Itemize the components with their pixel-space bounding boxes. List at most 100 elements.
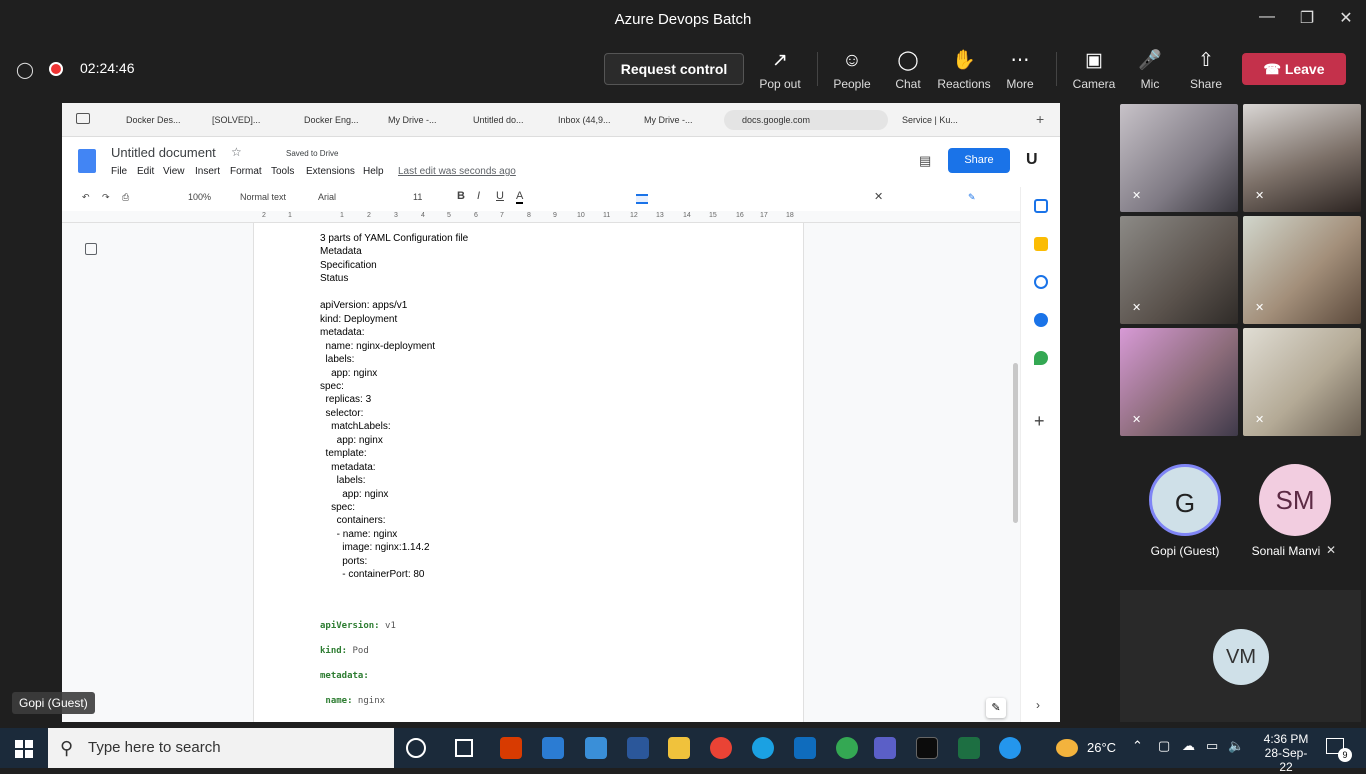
chevron-up-icon[interactable]: ⌃ xyxy=(1132,738,1143,754)
participant-video[interactable]: ✕ xyxy=(1243,328,1361,436)
code-line: name: nginx xyxy=(320,696,385,706)
last-edit-link[interactable]: Last edit was seconds ago xyxy=(398,166,516,177)
document-page[interactable]: 3 parts of YAML Configuration file Metada… xyxy=(253,223,804,722)
font-select[interactable]: Arial xyxy=(318,192,336,202)
browser-tab[interactable]: My Drive -... xyxy=(384,110,456,130)
font-size-input[interactable]: 11 xyxy=(413,192,422,202)
participant-video[interactable]: ✕ xyxy=(1120,328,1238,436)
redo-icon[interactable]: ↷ xyxy=(102,192,110,203)
browser-tab[interactable]: Inbox (44,9... xyxy=(554,110,626,130)
terminal-icon[interactable] xyxy=(916,737,938,759)
reactions-button[interactable]: ✋ Reactions xyxy=(936,50,992,91)
outline-icon[interactable] xyxy=(85,243,97,255)
outlook-icon[interactable] xyxy=(794,737,816,759)
maps-icon[interactable] xyxy=(1034,351,1048,365)
scrollbar[interactable] xyxy=(1013,363,1018,523)
add-addon-icon[interactable]: + xyxy=(1034,411,1045,432)
sidebar-toggle-icon[interactable] xyxy=(76,113,90,124)
browser-tab-active[interactable]: docs.google.com xyxy=(724,110,888,130)
menu-tools[interactable]: Tools xyxy=(271,166,294,177)
menu-help[interactable]: Help xyxy=(363,166,384,177)
teams-icon[interactable] xyxy=(874,737,896,759)
participant-video[interactable]: ✕ xyxy=(1120,104,1238,212)
code-line: kind: Pod xyxy=(320,646,369,656)
side-panel: + › xyxy=(1020,187,1060,722)
tasks-icon[interactable] xyxy=(1034,275,1048,289)
edit-mode-icon[interactable]: ✎ xyxy=(968,192,976,203)
add-comment-icon[interactable]: ✎ xyxy=(986,698,1006,718)
system-tray-icon[interactable]: ▢ xyxy=(1158,738,1170,754)
avatar[interactable]: SM xyxy=(1259,464,1331,536)
file-explorer-icon[interactable] xyxy=(668,737,690,759)
avatar[interactable]: G xyxy=(1149,464,1221,536)
menu-edit[interactable]: Edit xyxy=(137,166,154,177)
cortana-icon[interactable] xyxy=(406,738,426,758)
docker-icon[interactable] xyxy=(999,737,1021,759)
volume-icon[interactable]: 🔈 xyxy=(1228,738,1244,754)
italic-icon[interactable]: I xyxy=(477,190,480,202)
chrome-icon[interactable] xyxy=(710,737,732,759)
chrome-icon[interactable] xyxy=(836,737,858,759)
office-icon[interactable] xyxy=(500,737,522,759)
clear-format-icon[interactable]: ✕ xyxy=(874,190,883,203)
request-control-button[interactable]: Request control xyxy=(604,53,744,85)
browser-tab[interactable]: My Drive -... xyxy=(640,110,712,130)
onedrive-icon[interactable]: ☁ xyxy=(1182,738,1195,754)
new-tab-icon[interactable]: + xyxy=(1036,111,1044,127)
participant-video[interactable]: ✕ xyxy=(1243,216,1361,324)
browser-tab[interactable]: Service | Ku... xyxy=(898,110,972,130)
underline-icon[interactable]: U xyxy=(496,190,504,202)
popout-button[interactable]: ↗ Pop out xyxy=(752,50,808,91)
mic-button[interactable]: 🎤 Mic xyxy=(1122,50,1178,91)
browser-tab[interactable]: Untitled do... xyxy=(469,110,541,130)
menu-view[interactable]: View xyxy=(163,166,185,177)
zoom-select[interactable]: 100% xyxy=(188,192,211,202)
document-line: Specification xyxy=(320,259,377,271)
windows-start-icon[interactable] xyxy=(15,740,33,758)
undo-icon[interactable]: ↶ xyxy=(82,192,90,203)
text-color-icon[interactable]: A xyxy=(516,190,524,204)
style-select[interactable]: Normal text xyxy=(240,192,286,202)
minimize-icon[interactable]: — xyxy=(1255,8,1279,30)
star-icon[interactable]: ☆ xyxy=(231,145,242,159)
participant-tile[interactable]: VM xyxy=(1120,590,1361,722)
browser-tab[interactable]: Docker Eng... xyxy=(300,110,372,130)
participant-video[interactable]: ✕ xyxy=(1243,104,1361,212)
browser-tab[interactable]: Docker Des... xyxy=(122,110,198,130)
store-icon[interactable] xyxy=(542,737,564,759)
camera-button[interactable]: ▣ Camera xyxy=(1066,50,1122,91)
app-icon[interactable] xyxy=(627,737,649,759)
print-icon[interactable]: ⎙ xyxy=(122,192,129,203)
menu-file[interactable]: File xyxy=(111,166,127,177)
leave-button[interactable]: ☎ Leave xyxy=(1242,53,1346,85)
document-title[interactable]: Untitled document xyxy=(111,145,216,160)
share-button[interactable]: ⇧ Share xyxy=(1178,50,1234,91)
menu-format[interactable]: Format xyxy=(230,166,262,177)
mail-icon[interactable] xyxy=(585,737,607,759)
battery-icon[interactable]: ▭ xyxy=(1206,738,1218,754)
edge-icon[interactable] xyxy=(752,737,774,759)
align-left-icon[interactable] xyxy=(636,194,648,204)
weather-icon[interactable] xyxy=(1056,739,1078,757)
people-button[interactable]: ☺ People xyxy=(824,50,880,91)
close-icon[interactable]: ✕ xyxy=(1334,8,1358,30)
taskbar-search-input[interactable]: ⚲ Type here to search xyxy=(48,728,394,768)
browser-tab[interactable]: [SOLVED]... xyxy=(208,110,280,130)
excel-icon[interactable] xyxy=(958,737,980,759)
task-view-icon[interactable] xyxy=(455,739,473,757)
calendar-icon[interactable] xyxy=(1034,199,1048,213)
menu-insert[interactable]: Insert xyxy=(195,166,220,177)
more-button[interactable]: ⋯ More xyxy=(992,50,1048,91)
docs-share-button[interactable]: Share xyxy=(948,148,1010,173)
contacts-icon[interactable] xyxy=(1034,313,1048,327)
avatar[interactable]: U xyxy=(1026,151,1038,169)
maximize-icon[interactable]: ❐ xyxy=(1295,8,1319,30)
keep-icon[interactable] xyxy=(1034,237,1048,251)
chat-button[interactable]: ◯ Chat xyxy=(880,50,936,91)
menu-extensions[interactable]: Extensions xyxy=(306,166,355,177)
window-titlebar: Azure Devops Batch — ❐ ✕ xyxy=(0,0,1366,38)
comments-icon[interactable]: ▤ xyxy=(919,153,931,169)
bold-icon[interactable]: B xyxy=(457,190,465,202)
chevron-right-icon[interactable]: › xyxy=(1036,698,1040,712)
participant-video[interactable]: ✕ xyxy=(1120,216,1238,324)
